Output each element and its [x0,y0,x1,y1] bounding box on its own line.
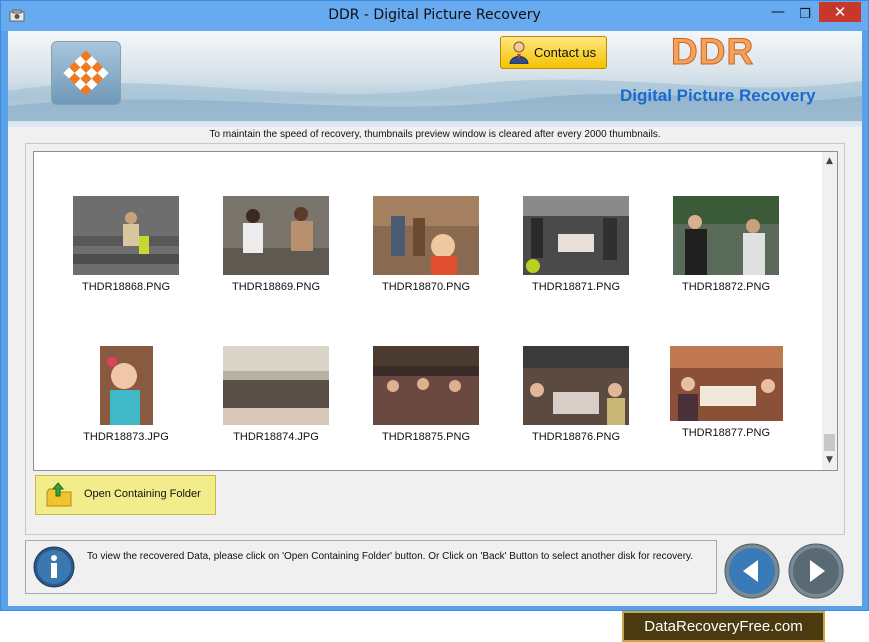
scroll-up-arrow-icon[interactable]: ▲ [822,154,837,169]
back-button[interactable] [724,543,780,599]
status-message: To view the recovered Data, please click… [87,551,694,562]
website-badge[interactable]: DataRecoveryFree.com [622,611,825,642]
open-containing-folder-button[interactable]: Open Containing Folder [35,475,216,515]
status-message-box: To view the recovered Data, please click… [25,540,717,594]
open-containing-folder-label: Open Containing Folder [84,488,201,500]
info-icon [33,546,75,588]
thumbnail-filename: THDR18870.PNG [381,281,471,293]
thumbnail-filename: THDR18872.PNG [681,281,771,293]
thumbnail-image [669,346,783,421]
maximize-button[interactable]: ❐ [793,5,817,25]
thumbnail-filename: THDR18871.PNG [531,281,621,293]
thumbnail-filename: THDR18875.PNG [381,431,471,443]
thumbnail-preview-area[interactable]: THDR18868.PNG THDR18869.PNG THDR18870.PN… [33,151,838,471]
thumbnail-notice: To maintain the speed of recovery, thumb… [209,129,661,140]
title-bar[interactable]: DDR - Digital Picture Recovery — ❐ ✕ [1,1,868,31]
thumbnail-filename: THDR18874.JPG [233,431,319,443]
contact-us-label: Contact us [534,45,597,60]
thumbnail-item[interactable]: THDR18873.JPG [56,346,196,443]
thumbnail-image [223,196,329,275]
window-title: DDR - Digital Picture Recovery [328,7,541,23]
thumbnail-filename: THDR18876.PNG [531,431,621,443]
thumbnail-image [373,346,479,425]
scroll-down-arrow-icon[interactable]: ▼ [822,453,837,468]
brand-subtitle: Digital Picture Recovery [620,86,816,105]
close-button[interactable]: ✕ [819,2,861,22]
app-window: DDR - Digital Picture Recovery — ❐ ✕ Con… [0,0,869,611]
results-panel: THDR18868.PNG THDR18869.PNG THDR18870.PN… [25,143,845,535]
thumbnail-item[interactable]: THDR18875.PNG [356,346,496,443]
thumbnail-image [223,346,329,425]
thumbnail-item[interactable]: THDR18869.PNG [206,196,346,293]
thumbnail-item[interactable]: THDR18872.PNG [656,196,796,293]
thumbnail-image [99,346,153,425]
thumbnail-image [523,346,629,425]
checker-logo-icon [63,50,109,96]
folder-up-icon [46,482,72,507]
thumbnail-item[interactable]: THDR18874.JPG [206,346,346,443]
thumbnail-item[interactable]: THDR18877.PNG [656,346,796,439]
thumbnail-filename: THDR18868.PNG [81,281,171,293]
client-area: Contact us DDR Digital Picture Recovery … [8,31,862,606]
thumbnail-item[interactable]: THDR18868.PNG [56,196,196,293]
thumbnail-item[interactable]: THDR18876.PNG [506,346,646,443]
thumbnail-item[interactable]: THDR18870.PNG [356,196,496,293]
thumbnail-image [523,196,629,275]
thumbnail-image [73,196,179,275]
thumbnail-image [673,196,779,275]
thumbnail-filename: THDR18877.PNG [681,427,771,439]
thumbnail-filename: THDR18873.JPG [83,431,169,443]
header-banner: Contact us DDR Digital Picture Recovery [8,31,862,127]
next-button[interactable] [788,543,844,599]
thumbnail-image [373,196,479,275]
brand-logo-text: DDR [670,31,755,73]
minimize-button[interactable]: — [766,5,790,25]
person-icon [509,41,529,64]
thumbnail-filename: THDR18869.PNG [231,281,321,293]
scroll-thumb[interactable] [824,434,835,451]
contact-us-button[interactable]: Contact us [500,36,607,69]
logo-badge [51,41,121,105]
thumbnail-item[interactable]: THDR18871.PNG [506,196,646,293]
vertical-scrollbar[interactable]: ▲ ▼ [822,152,837,470]
